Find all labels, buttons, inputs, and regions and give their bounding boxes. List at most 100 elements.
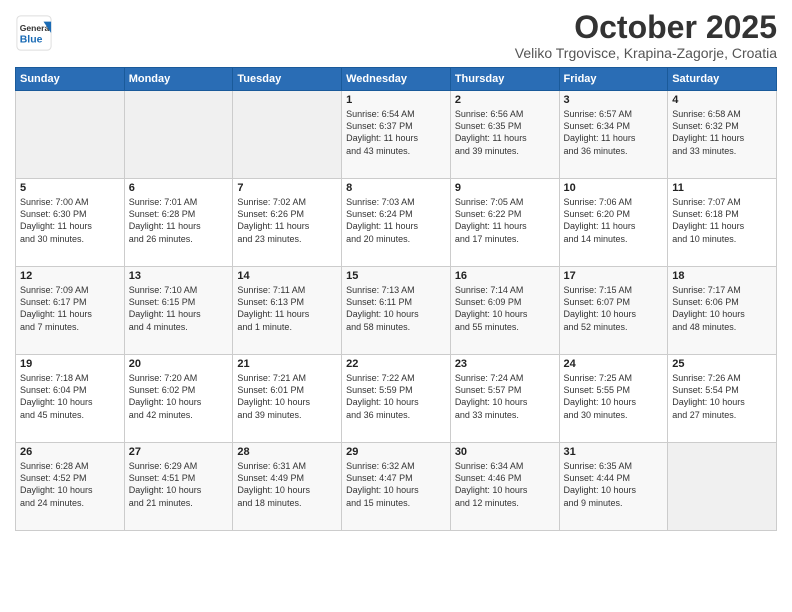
- day-info: Sunrise: 7:14 AM Sunset: 6:09 PM Dayligh…: [455, 284, 555, 333]
- col-saturday: Saturday: [668, 68, 777, 91]
- week-row-1: 5 Sunrise: 7:00 AM Sunset: 6:30 PM Daylig…: [16, 179, 777, 267]
- day-info: Sunrise: 6:56 AM Sunset: 6:35 PM Dayligh…: [455, 108, 555, 157]
- day-info: Sunrise: 7:07 AM Sunset: 6:18 PM Dayligh…: [672, 196, 772, 245]
- day-number: 13: [129, 270, 229, 282]
- day-info: Sunrise: 7:11 AM Sunset: 6:13 PM Dayligh…: [237, 284, 337, 333]
- day-info: Sunrise: 7:15 AM Sunset: 6:07 PM Dayligh…: [564, 284, 664, 333]
- day-info: Sunrise: 7:22 AM Sunset: 5:59 PM Dayligh…: [346, 372, 446, 421]
- day-cell: 17 Sunrise: 7:15 AM Sunset: 6:07 PM Dayli…: [559, 267, 668, 355]
- day-info: Sunrise: 6:35 AM Sunset: 4:44 PM Dayligh…: [564, 460, 664, 509]
- day-cell: 8 Sunrise: 7:03 AM Sunset: 6:24 PM Daylig…: [342, 179, 451, 267]
- day-info: Sunrise: 7:20 AM Sunset: 6:02 PM Dayligh…: [129, 372, 229, 421]
- calendar-table: Sunday Monday Tuesday Wednesday Thursday…: [15, 67, 777, 531]
- day-cell: 24 Sunrise: 7:25 AM Sunset: 5:55 PM Dayli…: [559, 355, 668, 443]
- day-number: 10: [564, 182, 664, 194]
- day-info: Sunrise: 7:01 AM Sunset: 6:28 PM Dayligh…: [129, 196, 229, 245]
- day-number: 20: [129, 358, 229, 370]
- day-number: 18: [672, 270, 772, 282]
- day-number: 25: [672, 358, 772, 370]
- day-number: 17: [564, 270, 664, 282]
- day-number: 27: [129, 446, 229, 458]
- col-monday: Monday: [124, 68, 233, 91]
- day-cell: 1 Sunrise: 6:54 AM Sunset: 6:37 PM Daylig…: [342, 91, 451, 179]
- day-info: Sunrise: 7:00 AM Sunset: 6:30 PM Dayligh…: [20, 196, 120, 245]
- calendar-title: October 2025: [515, 10, 777, 45]
- day-info: Sunrise: 6:31 AM Sunset: 4:49 PM Dayligh…: [237, 460, 337, 509]
- day-info: Sunrise: 7:09 AM Sunset: 6:17 PM Dayligh…: [20, 284, 120, 333]
- day-cell: [124, 91, 233, 179]
- day-cell: 21 Sunrise: 7:21 AM Sunset: 6:01 PM Dayli…: [233, 355, 342, 443]
- day-info: Sunrise: 6:29 AM Sunset: 4:51 PM Dayligh…: [129, 460, 229, 509]
- week-row-0: 1 Sunrise: 6:54 AM Sunset: 6:37 PM Daylig…: [16, 91, 777, 179]
- day-info: Sunrise: 7:13 AM Sunset: 6:11 PM Dayligh…: [346, 284, 446, 333]
- day-cell: [16, 91, 125, 179]
- day-info: Sunrise: 7:24 AM Sunset: 5:57 PM Dayligh…: [455, 372, 555, 421]
- day-info: Sunrise: 6:32 AM Sunset: 4:47 PM Dayligh…: [346, 460, 446, 509]
- day-info: Sunrise: 6:34 AM Sunset: 4:46 PM Dayligh…: [455, 460, 555, 509]
- day-cell: 11 Sunrise: 7:07 AM Sunset: 6:18 PM Dayli…: [668, 179, 777, 267]
- day-cell: 23 Sunrise: 7:24 AM Sunset: 5:57 PM Dayli…: [450, 355, 559, 443]
- day-cell: 2 Sunrise: 6:56 AM Sunset: 6:35 PM Daylig…: [450, 91, 559, 179]
- day-cell: 15 Sunrise: 7:13 AM Sunset: 6:11 PM Dayli…: [342, 267, 451, 355]
- day-number: 4: [672, 94, 772, 106]
- day-number: 24: [564, 358, 664, 370]
- day-number: 7: [237, 182, 337, 194]
- day-number: 16: [455, 270, 555, 282]
- day-number: 12: [20, 270, 120, 282]
- day-number: 22: [346, 358, 446, 370]
- day-number: 29: [346, 446, 446, 458]
- day-cell: 12 Sunrise: 7:09 AM Sunset: 6:17 PM Dayli…: [16, 267, 125, 355]
- day-cell: [233, 91, 342, 179]
- day-cell: 13 Sunrise: 7:10 AM Sunset: 6:15 PM Dayli…: [124, 267, 233, 355]
- day-info: Sunrise: 7:25 AM Sunset: 5:55 PM Dayligh…: [564, 372, 664, 421]
- title-block: October 2025 Veliko Trgovisce, Krapina-Z…: [515, 10, 777, 61]
- day-number: 28: [237, 446, 337, 458]
- day-cell: 22 Sunrise: 7:22 AM Sunset: 5:59 PM Dayli…: [342, 355, 451, 443]
- svg-text:Blue: Blue: [20, 35, 43, 46]
- day-number: 5: [20, 182, 120, 194]
- header: General Blue October 2025 Veliko Trgovis…: [15, 10, 777, 61]
- day-number: 30: [455, 446, 555, 458]
- week-row-4: 26Sunrise: 6:28 AM Sunset: 4:52 PM Dayli…: [16, 443, 777, 531]
- day-cell: 3Sunrise: 6:57 AM Sunset: 6:34 PM Daylig…: [559, 91, 668, 179]
- col-wednesday: Wednesday: [342, 68, 451, 91]
- logo-icon: General Blue: [15, 14, 53, 52]
- day-info: Sunrise: 7:10 AM Sunset: 6:15 PM Dayligh…: [129, 284, 229, 333]
- day-info: Sunrise: 7:03 AM Sunset: 6:24 PM Dayligh…: [346, 196, 446, 245]
- day-number: 11: [672, 182, 772, 194]
- day-info: Sunrise: 7:17 AM Sunset: 6:06 PM Dayligh…: [672, 284, 772, 333]
- day-info: Sunrise: 6:28 AM Sunset: 4:52 PM Dayligh…: [20, 460, 120, 509]
- day-info: Sunrise: 7:02 AM Sunset: 6:26 PM Dayligh…: [237, 196, 337, 245]
- week-row-2: 12 Sunrise: 7:09 AM Sunset: 6:17 PM Dayli…: [16, 267, 777, 355]
- col-thursday: Thursday: [450, 68, 559, 91]
- day-cell: 9 Sunrise: 7:05 AM Sunset: 6:22 PM Daylig…: [450, 179, 559, 267]
- day-cell: 5 Sunrise: 7:00 AM Sunset: 6:30 PM Daylig…: [16, 179, 125, 267]
- day-cell: 26Sunrise: 6:28 AM Sunset: 4:52 PM Dayli…: [16, 443, 125, 531]
- day-cell: 7 Sunrise: 7:02 AM Sunset: 6:26 PM Daylig…: [233, 179, 342, 267]
- day-cell: 31Sunrise: 6:35 AM Sunset: 4:44 PM Dayli…: [559, 443, 668, 531]
- day-number: 1: [346, 94, 446, 106]
- day-cell: 25Sunrise: 7:26 AM Sunset: 5:54 PM Dayli…: [668, 355, 777, 443]
- day-cell: 29 Sunrise: 6:32 AM Sunset: 4:47 PM Dayli…: [342, 443, 451, 531]
- day-number: 23: [455, 358, 555, 370]
- day-number: 19: [20, 358, 120, 370]
- day-info: Sunrise: 7:21 AM Sunset: 6:01 PM Dayligh…: [237, 372, 337, 421]
- day-info: Sunrise: 7:05 AM Sunset: 6:22 PM Dayligh…: [455, 196, 555, 245]
- day-number: 15: [346, 270, 446, 282]
- day-info: Sunrise: 6:54 AM Sunset: 6:37 PM Dayligh…: [346, 108, 446, 157]
- day-number: 9: [455, 182, 555, 194]
- col-tuesday: Tuesday: [233, 68, 342, 91]
- week-row-3: 19Sunrise: 7:18 AM Sunset: 6:04 PM Dayli…: [16, 355, 777, 443]
- day-info: Sunrise: 7:06 AM Sunset: 6:20 PM Dayligh…: [564, 196, 664, 245]
- calendar-page: General Blue October 2025 Veliko Trgovis…: [0, 0, 792, 612]
- day-cell: 16 Sunrise: 7:14 AM Sunset: 6:09 PM Dayli…: [450, 267, 559, 355]
- day-cell: 10 Sunrise: 7:06 AM Sunset: 6:20 PM Dayli…: [559, 179, 668, 267]
- day-cell: [668, 443, 777, 531]
- logo: General Blue: [15, 14, 53, 52]
- day-cell: 4Sunrise: 6:58 AM Sunset: 6:32 PM Daylig…: [668, 91, 777, 179]
- day-cell: 6Sunrise: 7:01 AM Sunset: 6:28 PM Daylig…: [124, 179, 233, 267]
- day-number: 8: [346, 182, 446, 194]
- day-number: 21: [237, 358, 337, 370]
- day-cell: 28 Sunrise: 6:31 AM Sunset: 4:49 PM Dayli…: [233, 443, 342, 531]
- day-number: 2: [455, 94, 555, 106]
